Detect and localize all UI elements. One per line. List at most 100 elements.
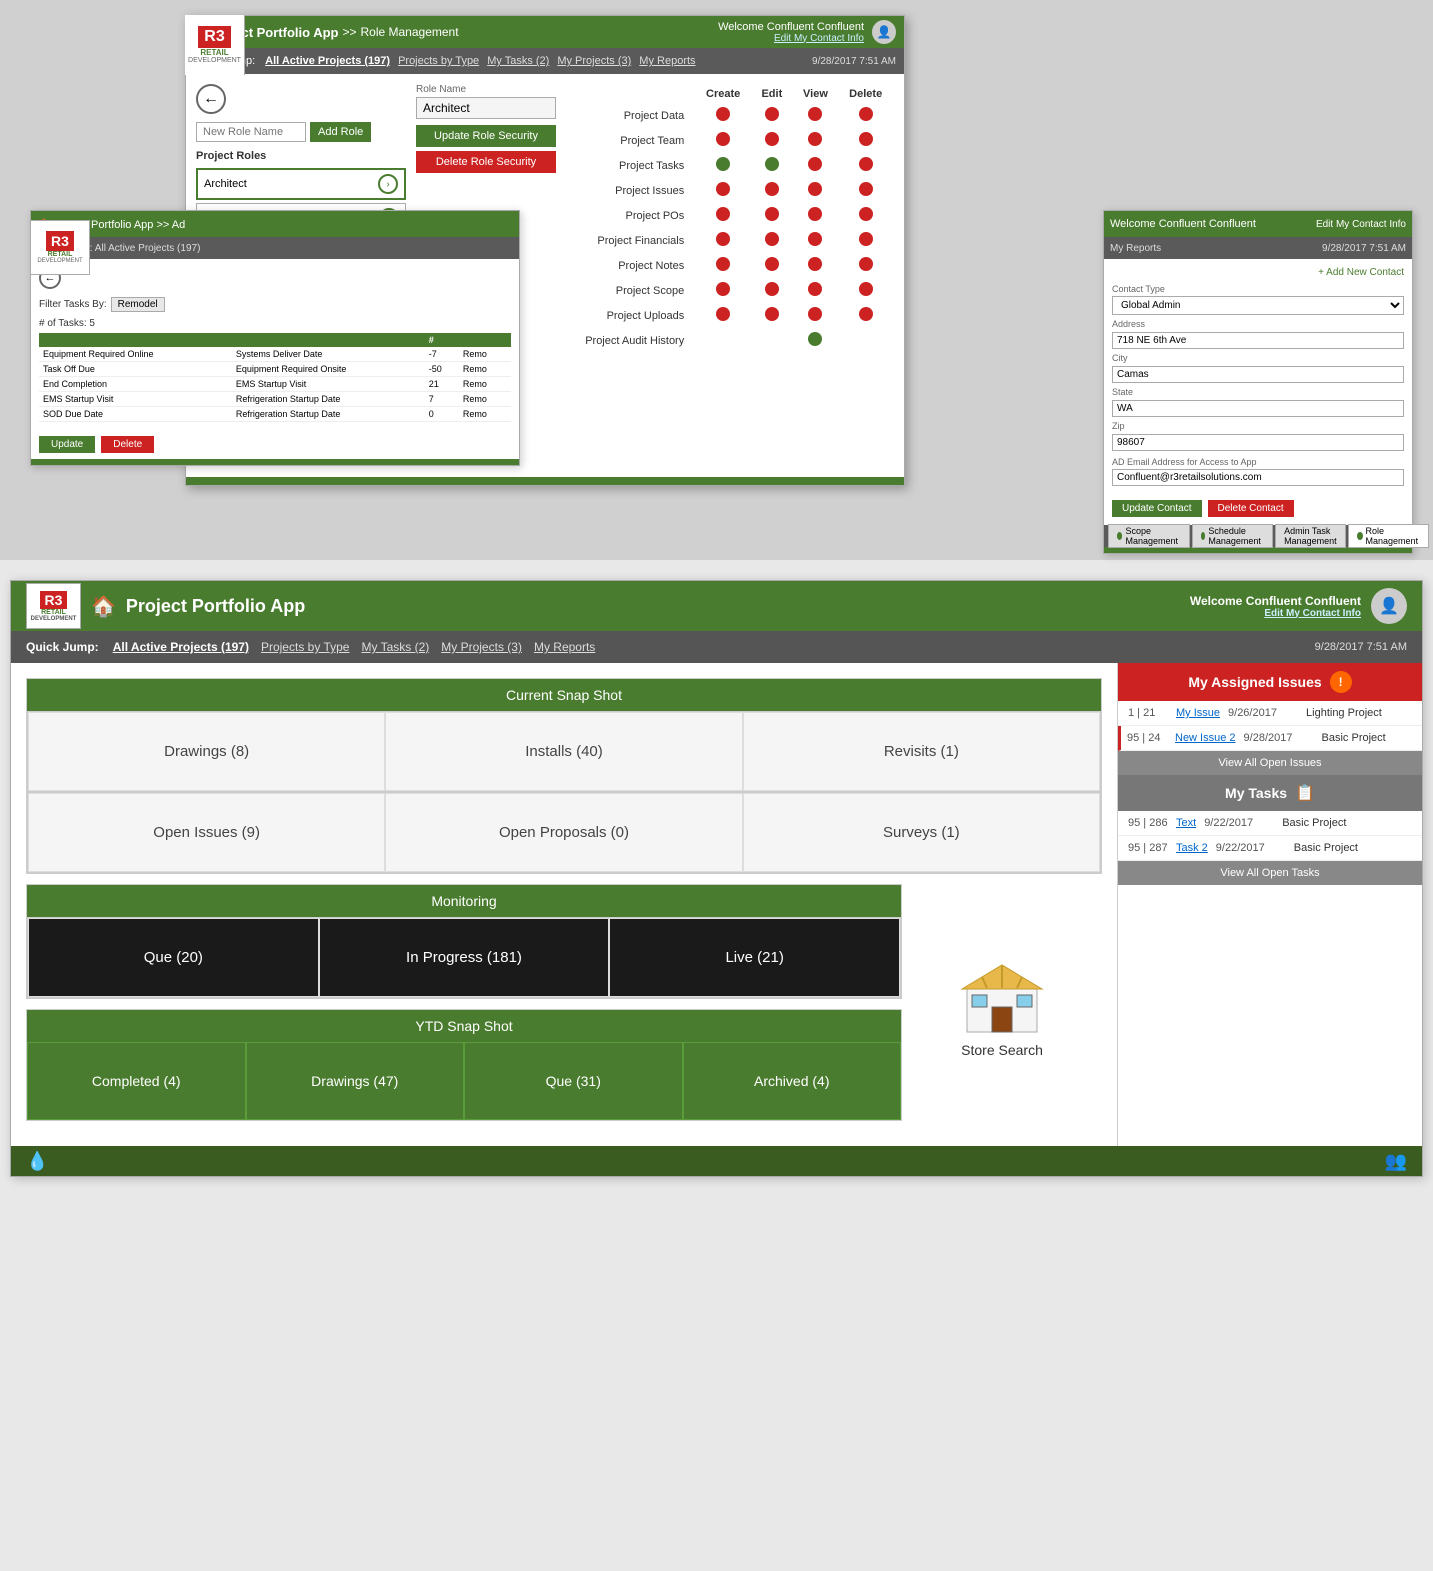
- issue-id: 1 | 21: [1128, 707, 1168, 719]
- dash-nav-reports[interactable]: My Reports: [534, 640, 595, 654]
- add-role-button[interactable]: Add Role: [310, 122, 371, 142]
- add-contact-button[interactable]: + Add New Contact: [1112, 267, 1404, 278]
- main-content: Current Snap Shot Drawings (8) Installs …: [11, 663, 1422, 1146]
- user-avatar: 👤: [872, 20, 896, 44]
- installs-cell[interactable]: Installs (40): [385, 712, 742, 791]
- contact-window: Welcome Confluent Confluent Edit My Cont…: [1103, 210, 1413, 554]
- city-input[interactable]: [1112, 366, 1404, 383]
- r3-main-dev: DEVELOPMENT: [188, 57, 241, 64]
- nav-my-projects[interactable]: My Projects (3): [557, 55, 631, 67]
- state-input[interactable]: [1112, 400, 1404, 417]
- email-input[interactable]: [1112, 469, 1404, 486]
- issue-date: 9/26/2017: [1228, 707, 1298, 719]
- update-button[interactable]: Update: [39, 436, 95, 453]
- task-date: 9/22/2017: [1216, 842, 1286, 854]
- view-all-tasks-button[interactable]: View All Open Tasks: [1118, 861, 1422, 885]
- tab-schedule-management[interactable]: Schedule Management: [1192, 524, 1274, 548]
- tab-scope-management[interactable]: Scope Management: [1108, 524, 1190, 548]
- task-link[interactable]: Task 2: [1176, 842, 1208, 854]
- main-navbar: Quick Jump: All Active Projects (197) Pr…: [186, 48, 904, 74]
- store-svg: [957, 957, 1047, 1037]
- back-button[interactable]: ←: [196, 84, 226, 114]
- archived-cell[interactable]: Archived (4): [683, 1042, 902, 1120]
- list-item: SOD Due DateRefrigeration Startup Date0R…: [39, 407, 511, 422]
- que-cell[interactable]: Que (20): [28, 918, 319, 997]
- dashboard-edit-contact[interactable]: Edit My Contact Info: [1190, 608, 1361, 619]
- tasks-clipboard-icon: 📋: [1295, 783, 1315, 803]
- perm-dot: [765, 207, 779, 221]
- nav-my-reports[interactable]: My Reports: [639, 55, 695, 67]
- edit-contact-link[interactable]: Edit My Contact Info: [718, 33, 864, 44]
- issue-project: Basic Project: [1322, 732, 1386, 744]
- surveys-cell[interactable]: Surveys (1): [743, 793, 1100, 872]
- assigned-issues-list: 1 | 21 My Issue 9/26/2017 Lighting Proje…: [1118, 701, 1422, 751]
- update-role-security-button[interactable]: Update Role Security: [416, 125, 556, 147]
- nav-projects-by-type[interactable]: Projects by Type: [398, 55, 479, 67]
- dashboard-app-title: Project Portfolio App: [126, 596, 305, 617]
- completed-cell[interactable]: Completed (4): [27, 1042, 246, 1120]
- role-item-architect[interactable]: Architect ›: [196, 168, 406, 200]
- my-tasks-list: 95 | 286 Text 9/22/2017 Basic Project 95…: [1118, 811, 1422, 861]
- contact-welcome: Welcome Confluent Confluent: [1110, 218, 1256, 230]
- issue-item-1: 1 | 21 My Issue 9/26/2017 Lighting Proje…: [1118, 701, 1422, 726]
- address-input[interactable]: [1112, 332, 1404, 349]
- contact-actions: Update Contact Delete Contact: [1112, 500, 1404, 517]
- drawings-ytd-cell[interactable]: Drawings (47): [246, 1042, 465, 1120]
- revisits-cell[interactable]: Revisits (1): [743, 712, 1100, 791]
- view-all-issues-button[interactable]: View All Open Issues: [1118, 751, 1422, 775]
- dashboard-user-avatar: 👤: [1371, 588, 1407, 624]
- que-ytd-cell[interactable]: Que (31): [464, 1042, 683, 1120]
- store-search-widget[interactable]: Store Search: [902, 884, 1102, 1131]
- dash-nav-all[interactable]: All Active Projects (197): [113, 640, 249, 654]
- open-issues-cell[interactable]: Open Issues (9): [28, 793, 385, 872]
- tasks-count: # of Tasks: 5: [39, 318, 511, 329]
- issue-id: 95 | 24: [1127, 732, 1167, 744]
- delete-role-security-button[interactable]: Delete Role Security: [416, 151, 556, 173]
- live-cell[interactable]: Live (21): [609, 918, 900, 997]
- open-proposals-cell[interactable]: Open Proposals (0): [385, 793, 742, 872]
- col-header-delete: Delete: [839, 86, 892, 102]
- ytd-section: YTD Snap Shot Completed (4) Drawings (47…: [26, 1009, 902, 1121]
- monitoring-grid: Que (20) In Progress (181) Live (21): [27, 917, 901, 998]
- drawings-cell[interactable]: Drawings (8): [28, 712, 385, 791]
- filter-button[interactable]: Remodel: [111, 297, 165, 312]
- current-snap-shot-section: Current Snap Shot Drawings (8) Installs …: [26, 678, 1102, 874]
- zip-input[interactable]: [1112, 434, 1404, 451]
- welcome-area: Welcome Confluent Confluent Edit My Cont…: [718, 21, 864, 44]
- task-link[interactable]: Text: [1176, 817, 1196, 829]
- tab-role-management[interactable]: Role Management: [1348, 524, 1430, 548]
- perm-dot: [765, 132, 779, 146]
- contact-type-select[interactable]: Global Admin: [1112, 296, 1404, 315]
- nav-my-tasks[interactable]: My Tasks (2): [487, 55, 549, 67]
- monitoring-section: Monitoring Que (20) In Progress (181) Li…: [26, 884, 902, 999]
- nav-all-projects[interactable]: All Active Projects (197): [265, 55, 390, 67]
- perm-dot: [859, 207, 873, 221]
- update-contact-button[interactable]: Update Contact: [1112, 500, 1202, 517]
- contact-type-label: Contact Type: [1112, 284, 1404, 294]
- dash-nav-by-type[interactable]: Projects by Type: [261, 640, 350, 654]
- perm-dot: [716, 257, 730, 271]
- tab-admin-task[interactable]: Admin Task Management: [1275, 524, 1346, 548]
- dash-nav-tasks[interactable]: My Tasks (2): [361, 640, 429, 654]
- delete-button[interactable]: Delete: [101, 436, 154, 453]
- col-header-create: Create: [696, 86, 750, 102]
- r3-logo-text: R3: [46, 231, 74, 251]
- perm-dot: [765, 107, 779, 121]
- table-row: Project Scope: [573, 279, 892, 302]
- contact-edit-link[interactable]: Edit My Contact Info: [1316, 219, 1406, 230]
- filter-row: Filter Tasks By: Remodel: [39, 297, 511, 312]
- new-role-input[interactable]: [196, 122, 306, 142]
- dash-nav-projects[interactable]: My Projects (3): [441, 640, 522, 654]
- perm-dot: [808, 282, 822, 296]
- issue-link[interactable]: My Issue: [1176, 707, 1220, 719]
- perm-dot: [765, 282, 779, 296]
- issue-link[interactable]: New Issue 2: [1175, 732, 1236, 744]
- perm-dot: [716, 232, 730, 246]
- contact-navbar: My Reports 9/28/2017 7:51 AM: [1104, 237, 1412, 259]
- delete-contact-button[interactable]: Delete Contact: [1208, 500, 1294, 517]
- list-item: End CompletionEMS Startup Visit21Remo: [39, 377, 511, 392]
- contact-form: Contact Type Global Admin Address City S…: [1112, 284, 1404, 517]
- perm-dot: [808, 232, 822, 246]
- assigned-issues-header: My Assigned Issues !: [1118, 663, 1422, 701]
- in-progress-cell[interactable]: In Progress (181): [319, 918, 610, 997]
